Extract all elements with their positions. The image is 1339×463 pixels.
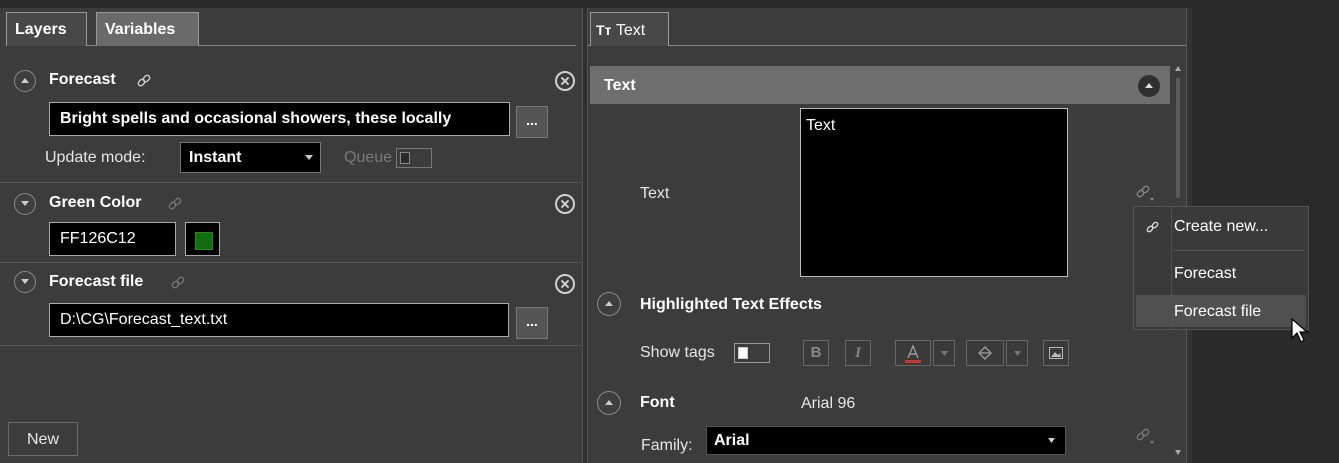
highlight-section-title: Highlighted Text Effects [640,296,822,313]
background-image-button[interactable] [1043,340,1069,366]
variable-name-green-color: Green Color [49,194,142,211]
highlight-color-dropdown[interactable] [1006,340,1028,366]
font-color-icon [905,344,921,363]
chevron-up-icon [21,78,29,83]
text-property-label: Text [640,185,670,202]
variable-name-forecast: Forecast [49,71,116,88]
menu-item-create-new[interactable]: Create new... [1174,218,1268,236]
mouse-cursor-icon [1291,318,1309,343]
forecast-browse-button[interactable]: ... [516,106,548,138]
queue-toggle[interactable] [396,148,432,168]
divider [0,262,582,263]
italic-button[interactable]: I [845,340,871,366]
font-family-select[interactable]: Arial [706,426,1066,455]
color-swatch [195,232,213,250]
bold-button[interactable]: B [803,340,829,366]
font-summary: Arial 96 [801,395,856,412]
remove-forecast-button[interactable] [555,71,575,91]
chevron-down-icon [1014,351,1021,356]
expand-green-color-button[interactable] [14,193,36,215]
toggle-knob [400,152,410,164]
chevron-up-icon [605,301,613,306]
divider [0,182,582,183]
link-variable-menu: Create new... Forecast Forecast file [1133,206,1309,330]
update-mode-value: Instant [189,149,242,166]
tab-layers[interactable]: Layers [6,12,87,46]
chevron-down-icon [21,279,29,284]
text-editor-content: Text [806,117,836,134]
font-family-value: Arial [714,432,750,449]
tab-text[interactable]: Tт Text [590,12,669,46]
link-off-icon[interactable] [167,196,183,212]
font-section-title: Font [640,394,675,411]
family-label: Family: [641,437,693,454]
show-tags-label: Show tags [640,344,715,361]
chevron-up-icon [605,400,613,405]
chevron-down-icon [305,155,313,160]
text-section-header[interactable]: Text [590,66,1170,104]
tab-layers-label: Layers [15,21,67,38]
scrollbar-thumb[interactable] [1176,78,1180,198]
image-icon [1049,347,1063,359]
text-editor-area[interactable]: Text [800,108,1068,277]
section-title: Text [604,77,636,94]
expand-forecast-file-button[interactable] [14,271,36,293]
link-off-icon[interactable] [170,275,186,291]
divider [0,345,582,346]
chevron-down-icon [941,351,948,356]
link-icon[interactable] [1135,184,1155,202]
remove-forecast-file-button[interactable] [555,274,575,294]
paint-bucket-icon [978,346,992,360]
new-variable-button[interactable]: New [8,422,78,456]
link-icon[interactable] [1135,427,1155,445]
menu-item-forecast-file[interactable]: Forecast file [1174,303,1261,321]
menu-item-forecast[interactable]: Forecast [1174,265,1236,283]
forecast-file-path-field[interactable]: D:\CG\Forecast_text.txt [49,303,509,337]
tab-variables-label: Variables [105,21,176,38]
green-color-value-field[interactable]: FF126C12 [49,222,176,256]
forecast-value-field[interactable]: Bright spells and occasional showers, th… [49,102,510,136]
queue-label: Queue [344,149,393,166]
highlight-color-button[interactable] [966,340,1004,366]
collapse-highlight-section-button[interactable] [597,292,621,316]
chevron-down-icon [1048,438,1055,443]
left-tab-strip-border [6,45,576,46]
right-tab-strip-border [588,45,1192,46]
update-mode-label: Update mode: [45,149,146,166]
collapse-font-section-button[interactable] [597,391,621,415]
forecast-file-browse-button[interactable]: ... [516,307,548,339]
variable-name-forecast-file: Forecast file [49,273,144,290]
update-mode-select[interactable]: Instant [180,142,321,173]
collapse-forecast-button[interactable] [14,70,36,92]
text-color-dropdown[interactable] [933,340,955,366]
text-type-icon: Tт [596,22,612,38]
chevron-up-icon [1145,83,1153,88]
tab-text-label: Text [615,22,646,39]
link-icon[interactable] [136,73,152,89]
link-icon [1146,221,1159,233]
scroll-up-icon[interactable] [1175,66,1181,71]
tab-variables[interactable]: Variables [96,12,199,46]
toggle-knob [738,347,748,359]
chevron-down-icon [21,201,29,206]
remove-green-color-button[interactable] [555,194,575,214]
text-color-button[interactable] [895,340,931,366]
collapse-section-button[interactable] [1138,75,1160,97]
show-tags-toggle[interactable] [734,343,770,363]
menu-separator [1174,250,1304,251]
color-swatch-button[interactable] [185,222,220,256]
scroll-down-icon[interactable] [1175,450,1181,455]
